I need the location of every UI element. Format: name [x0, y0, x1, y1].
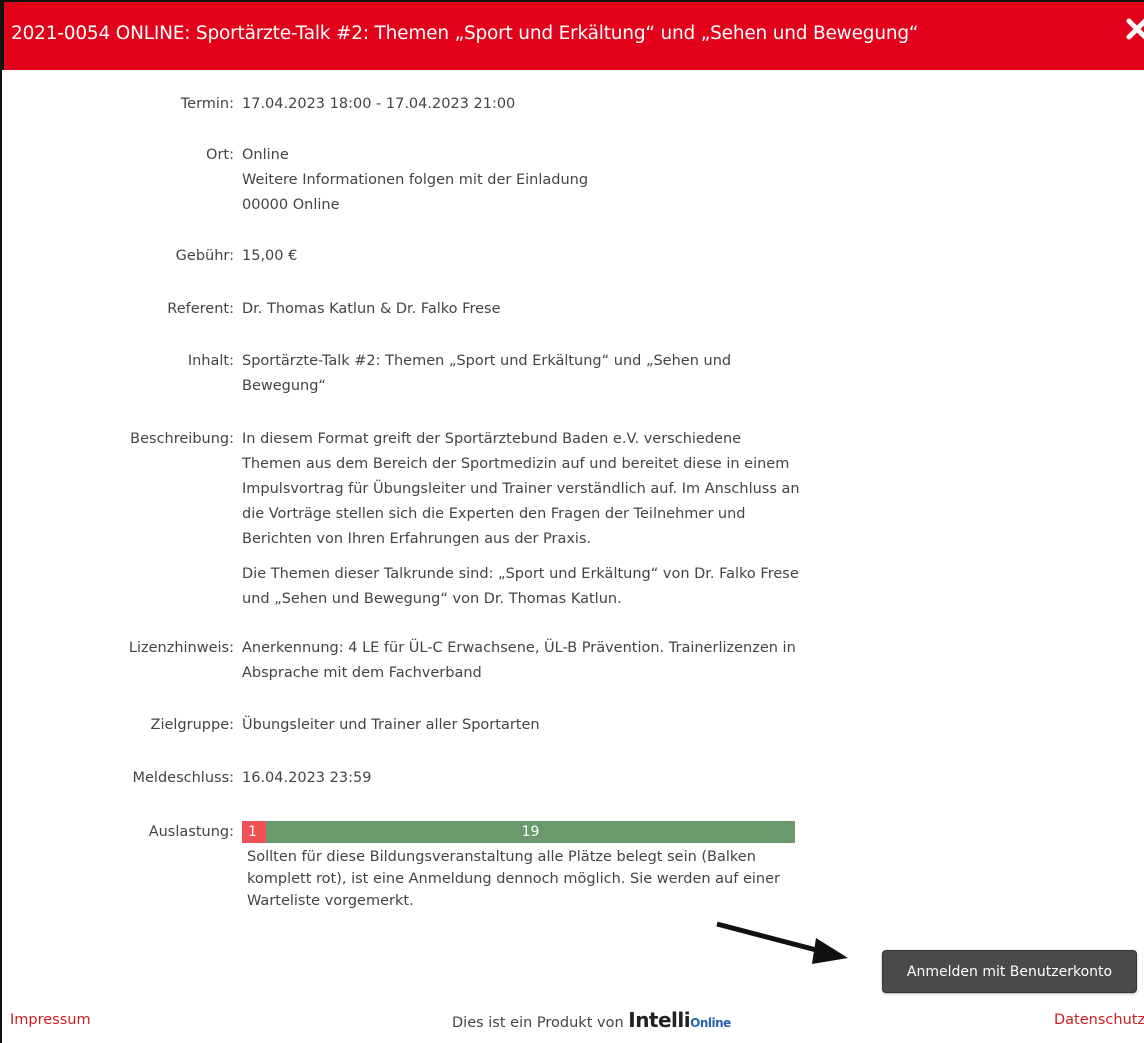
ort-line: Online [242, 147, 289, 163]
dialog-title: 2021-0054 ONLINE: Sportärzte-Talk #2: Th… [11, 23, 919, 44]
register-button[interactable]: Anmelden mit Benutzerkonto [882, 950, 1137, 993]
lizenzhinweis-label: Lizenzhinweis: [128, 640, 234, 656]
dialog-title-bar: 2021-0054 ONLINE: Sportärzte-Talk #2: Th… [2, 0, 1144, 70]
ort-line: 00000 Online [242, 197, 340, 213]
impressum-link[interactable]: Impressum [10, 1012, 91, 1028]
auslastung-label: Auslastung: [148, 824, 234, 840]
capacity-free: 19 [266, 821, 795, 843]
product-credit-text: Dies ist ein Produkt von [452, 1015, 624, 1031]
meldeschluss-label: Meldeschluss: [132, 770, 234, 786]
zielgruppe-label: Zielgruppe: [150, 717, 234, 733]
arrow-icon [716, 921, 848, 964]
inhalt-value: Sportärzte-Talk #2: Themen „Sport und Er… [242, 353, 732, 394]
ort-value: Online Weitere Informationen folgen mit … [242, 143, 822, 218]
capacity-booked: 1 [242, 821, 266, 843]
datenschutz-link[interactable]: Datenschutz [1054, 1012, 1144, 1028]
ort-label: Ort: [206, 147, 234, 163]
beschreibung-value: In diesem Format greift der Sportärztebu… [242, 427, 802, 622]
zielgruppe-value: Übungsleiter und Trainer aller Sportarte… [242, 717, 540, 733]
meldeschluss-value: 16.04.2023 23:59 [242, 770, 372, 786]
logo-main: Intelli [628, 1008, 691, 1032]
gebuehr-label: Gebühr: [175, 248, 234, 264]
beschreibung-paragraph: In diesem Format greift der Sportärztebu… [242, 431, 800, 547]
termin-label: Termin: [180, 96, 234, 112]
lizenzhinweis-value: Anerkennung: 4 LE für ÜL-C Erwachsene, Ü… [242, 640, 796, 681]
intellionline-logo: IntelliOnline [628, 1008, 731, 1032]
beschreibung-label: Beschreibung: [130, 431, 234, 447]
referent-label: Referent: [167, 301, 234, 317]
ort-line: Weitere Informationen folgen mit der Ein… [242, 172, 589, 188]
close-icon[interactable] [1126, 18, 1144, 40]
beschreibung-paragraph: Die Themen dieser Talkrunde sind: „Sport… [242, 566, 799, 607]
referent-value: Dr. Thomas Katlun & Dr. Falko Frese [242, 301, 501, 317]
waitlist-note: Sollten für diese Bildungsveranstaltung … [247, 849, 780, 909]
termin-value: 17.04.2023 18:00 - 17.04.2023 21:00 [242, 96, 516, 112]
gebuehr-value: 15,00 € [242, 248, 298, 264]
logo-sub: Online [690, 1016, 731, 1030]
product-credit: Dies ist ein Produkt von IntelliOnline [452, 1008, 731, 1032]
event-dialog: 2021-0054 ONLINE: Sportärzte-Talk #2: Th… [0, 0, 1144, 1043]
capacity-bar: 1 19 [242, 821, 795, 843]
inhalt-label: Inhalt: [187, 353, 234, 369]
